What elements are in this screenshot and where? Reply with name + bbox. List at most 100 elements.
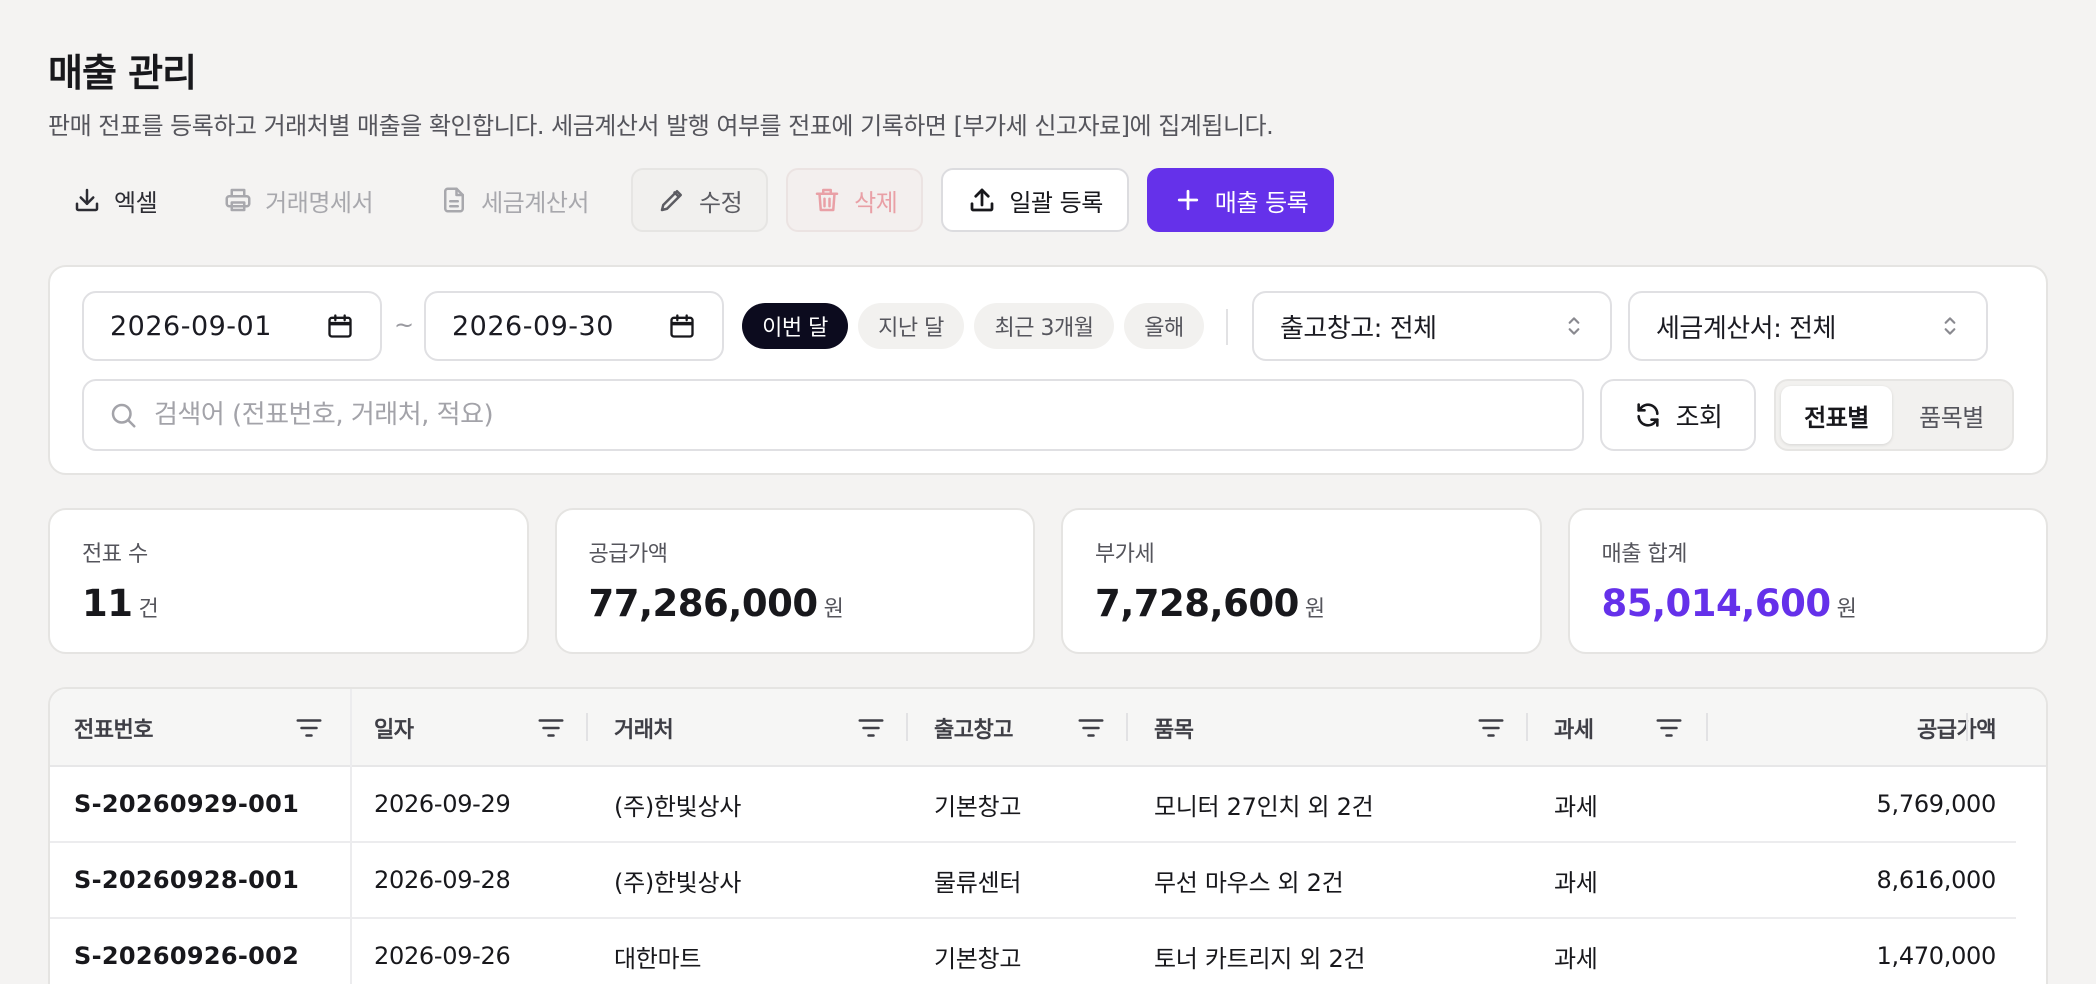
- printer-icon: [225, 188, 251, 212]
- stat-value: 77,286,000: [588, 582, 819, 625]
- column-header-slip-no[interactable]: 전표번호: [74, 689, 153, 767]
- column-header-date[interactable]: 일자: [374, 689, 414, 767]
- filter-icon[interactable]: [1076, 713, 1106, 743]
- view-by-item[interactable]: 품목별: [1896, 386, 2007, 444]
- stat-card-supply-amount: 공급가액 77,286,000 원: [554, 508, 1035, 654]
- cell-slip-no[interactable]: S-20260929-001: [74, 767, 299, 841]
- refresh-button[interactable]: 조회: [1600, 379, 1756, 451]
- filter-icon[interactable]: [1476, 713, 1506, 743]
- add-sale-button[interactable]: 매출 등록: [1146, 168, 1335, 232]
- date-to-input[interactable]: 2026-09-30: [424, 291, 724, 361]
- page-subtitle: 판매 전표를 등록하고 거래처별 매출을 확인합니다. 세금계산서 발행 여부를…: [48, 112, 1274, 140]
- stat-card-slip-count: 전표 수 11 건: [48, 508, 529, 654]
- plus-icon: [1177, 189, 1198, 211]
- preset-last-3-months[interactable]: 최근 3개월: [974, 303, 1114, 349]
- stat-unit: 건: [138, 597, 159, 622]
- cell-warehouse: 물류센터: [934, 868, 1022, 897]
- filter-icon[interactable]: [1654, 713, 1684, 743]
- column-header-supply-amount[interactable]: 공급가액: [1730, 689, 1996, 767]
- filter-icon[interactable]: [294, 713, 324, 743]
- calendar-icon[interactable]: [326, 312, 354, 340]
- tax-invoice-label: 세금계산서: [481, 188, 589, 217]
- stat-label: 전표 수: [82, 542, 148, 567]
- stat-value: 85,014,600: [1601, 582, 1832, 625]
- summary-cards: 전표 수 11 건 공급가액 77,286,000 원 부가세 7,728,60…: [48, 508, 2048, 654]
- calendar-icon[interactable]: [668, 312, 696, 340]
- cell-customer: 대한마트: [614, 944, 702, 973]
- delete-button[interactable]: 삭제: [786, 168, 924, 232]
- warehouse-select[interactable]: 출고창고: 전체: [1252, 291, 1612, 361]
- date-to-value: 2026-09-30: [452, 310, 614, 342]
- stat-unit: 원: [1836, 597, 1857, 622]
- download-icon: [75, 188, 99, 212]
- column-separator[interactable]: [906, 713, 908, 741]
- edit-button[interactable]: 수정: [630, 168, 769, 232]
- pencil-icon: [660, 190, 682, 212]
- cell-customer: (주)한빛상사: [614, 868, 742, 897]
- cell-customer: (주)한빛상사: [614, 792, 742, 821]
- cell-date: 2026-09-29: [374, 790, 511, 818]
- cell-item: 토너 카트리지 외 2건: [1154, 944, 1366, 973]
- stat-value: 7,728,600: [1095, 582, 1299, 625]
- stat-unit: 원: [1304, 597, 1326, 622]
- column-separator[interactable]: [1966, 713, 1968, 741]
- preset-this-month[interactable]: 이번 달: [742, 303, 848, 349]
- cell-tax-type: 과세: [1554, 792, 1598, 821]
- table-row[interactable]: S-20260926-002 2026-09-26 대한마트 기본창고 토너 카…: [50, 919, 2016, 984]
- stat-label: 부가세: [1095, 542, 1155, 567]
- date-from-input[interactable]: 2026-09-01: [82, 291, 382, 361]
- upload-icon: [970, 188, 994, 212]
- date-range-separator: ~: [394, 311, 415, 339]
- view-mode-toggle: 전표별 품목별: [1774, 379, 2014, 451]
- column-header-warehouse[interactable]: 출고창고: [934, 689, 1013, 767]
- cell-item: 무선 마우스 외 2건: [1154, 868, 1344, 897]
- tax-invoice-select[interactable]: 세금계산서: 전체: [1628, 291, 1988, 361]
- cell-slip-no[interactable]: S-20260928-001: [74, 843, 299, 917]
- refresh-label: 조회: [1675, 402, 1723, 433]
- delete-label: 삭제: [854, 188, 898, 217]
- column-separator[interactable]: [586, 713, 588, 741]
- warehouse-select-value: 출고창고: 전체: [1280, 313, 1437, 344]
- search-input[interactable]: [154, 400, 1558, 430]
- stat-value: 11: [82, 582, 133, 625]
- stat-label: 공급가액: [588, 542, 668, 567]
- view-by-slip[interactable]: 전표별: [1781, 386, 1892, 444]
- refresh-icon: [1636, 403, 1659, 427]
- chevron-updown-icon: [1568, 317, 1580, 335]
- cell-supply-amount: 8,616,000: [1876, 866, 1997, 894]
- statement-button[interactable]: 거래명세서: [199, 168, 397, 232]
- cell-warehouse: 기본창고: [934, 944, 1022, 973]
- preset-this-year[interactable]: 올해: [1124, 303, 1204, 349]
- column-separator[interactable]: [1526, 713, 1528, 741]
- cell-warehouse: 기본창고: [934, 792, 1022, 821]
- column-separator[interactable]: [1706, 713, 1708, 741]
- excel-label: 엑셀: [114, 188, 158, 217]
- sales-table: 전표번호 일자 거래처 출고창고 품목 과세 공급가액 S-20260929-0…: [48, 687, 2048, 984]
- cell-date: 2026-09-26: [374, 942, 511, 970]
- filter-icon[interactable]: [856, 713, 886, 743]
- table-row[interactable]: S-20260928-001 2026-09-28 (주)한빛상사 물류센터 무…: [50, 843, 2016, 919]
- filter-icon[interactable]: [536, 713, 566, 743]
- stat-label: 매출 합계: [1601, 542, 1688, 567]
- cell-slip-no[interactable]: S-20260926-002: [74, 919, 299, 984]
- statement-label: 거래명세서: [265, 188, 374, 217]
- filter-divider: [1226, 309, 1228, 345]
- column-header-item[interactable]: 품목: [1154, 689, 1194, 767]
- column-header-tax-type[interactable]: 과세: [1554, 689, 1594, 767]
- add-sale-label: 매출 등록: [1214, 188, 1309, 217]
- stat-card-sales-total: 매출 합계 85,014,600 원: [1567, 508, 2048, 654]
- bulk-upload-button[interactable]: 일괄 등록: [941, 168, 1129, 232]
- cell-supply-amount: 5,769,000: [1876, 790, 1997, 818]
- cell-tax-type: 과세: [1554, 944, 1598, 973]
- column-header-customer[interactable]: 거래처: [614, 689, 674, 767]
- tax-invoice-button[interactable]: 세금계산서: [415, 168, 613, 232]
- preset-last-month[interactable]: 지난 달: [858, 303, 964, 349]
- bulk-upload-label: 일괄 등록: [1009, 188, 1103, 217]
- cell-date: 2026-09-28: [374, 866, 511, 894]
- column-separator[interactable]: [1126, 713, 1128, 741]
- stat-unit: 원: [823, 597, 844, 622]
- table-row[interactable]: S-20260929-001 2026-09-29 (주)한빛상사 기본창고 모…: [50, 767, 2016, 843]
- chevron-updown-icon: [1944, 317, 1956, 335]
- excel-button[interactable]: 엑셀: [48, 168, 181, 232]
- edit-label: 수정: [698, 188, 743, 217]
